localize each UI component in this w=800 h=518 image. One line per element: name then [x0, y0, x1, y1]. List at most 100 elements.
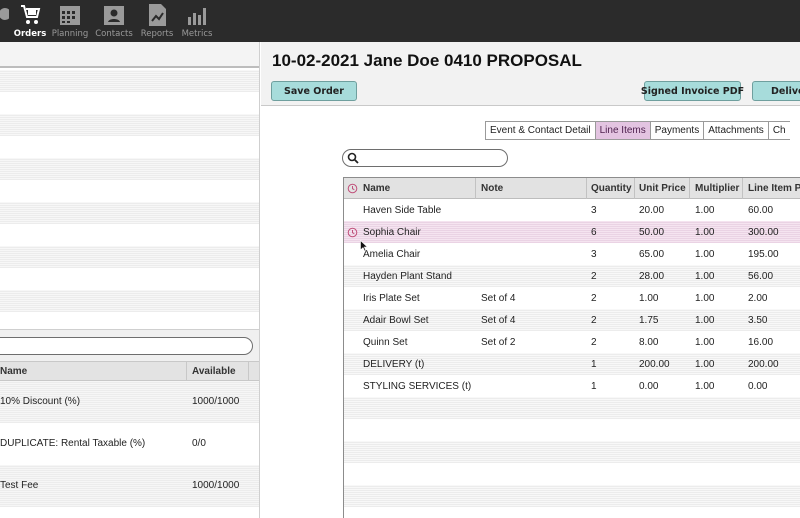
- empty-row: [344, 419, 800, 441]
- column-header-note[interactable]: Note: [481, 183, 503, 194]
- column-header-name[interactable]: Name: [0, 366, 27, 377]
- empty-row: [344, 397, 800, 419]
- cell-note: Set of 2: [481, 337, 516, 348]
- list-item[interactable]: [0, 114, 259, 136]
- column-header-available[interactable]: Available: [192, 366, 236, 377]
- cell-line-item-price: 56.00: [748, 271, 774, 282]
- cell-multiplier: 1.00: [695, 293, 715, 304]
- left-table-header: Name Available: [0, 361, 259, 382]
- column-header-unit-price[interactable]: Unit Price: [639, 183, 686, 194]
- cell-name: Quinn Set: [363, 337, 408, 348]
- cell-quantity: 3: [591, 205, 597, 216]
- table-row[interactable]: DUPLICATE: Rental Taxable (%) 0/0: [0, 423, 259, 465]
- tab-event-contact-detail[interactable]: Event & Contact Detail: [485, 121, 595, 140]
- cell-name: Sophia Chair: [363, 227, 421, 238]
- list-item[interactable]: [0, 70, 259, 92]
- cell-multiplier: 1.00: [695, 315, 715, 326]
- cell-unit-price: 0.00: [639, 381, 659, 392]
- table-row[interactable]: Hayden Plant Stand 2 28.00 1.00 56.00: [344, 265, 800, 287]
- table-row[interactable]: Amelia Chair 3 65.00 1.00 195.00: [344, 243, 800, 265]
- list-item[interactable]: [0, 268, 259, 290]
- cell-quantity: 6: [591, 227, 597, 238]
- list-item[interactable]: [0, 312, 259, 329]
- cell-multiplier: 1.00: [695, 337, 715, 348]
- table-row[interactable]: Adair Bowl Set Set of 4 2 1.75 1.00 3.50: [344, 309, 800, 331]
- tab-payments[interactable]: Payments: [649, 121, 704, 140]
- cell-note: Set of 4: [481, 315, 516, 326]
- column-header-quantity[interactable]: Quantity: [591, 183, 632, 194]
- cell-quantity: 2: [591, 293, 597, 304]
- table-row[interactable]: Quinn Set Set of 2 2 8.00 1.00 16.00: [344, 331, 800, 353]
- nav-item-planning[interactable]: Planning: [49, 0, 91, 42]
- cell-multiplier: 1.00: [695, 227, 715, 238]
- row-available: 1000/1000: [192, 480, 240, 491]
- nav-item-metrics[interactable]: Metrics: [176, 0, 218, 42]
- empty-row: [344, 507, 800, 518]
- cell-line-item-price: 3.50: [748, 315, 768, 326]
- table-row[interactable]: STYLING SERVICES (t) 1 0.00 1.00 0.00: [344, 375, 800, 397]
- empty-row: [344, 463, 800, 485]
- row-name: 10% Discount (%): [0, 396, 81, 407]
- column-header-multiplier[interactable]: Multiplier: [695, 183, 739, 194]
- save-order-button[interactable]: Save Order: [271, 81, 357, 101]
- list-item[interactable]: [0, 224, 259, 246]
- tab-line-items[interactable]: Line Items: [594, 121, 650, 140]
- nav-item-contacts[interactable]: Contacts: [93, 0, 135, 42]
- table-row[interactable]: Haven Side Table 3 20.00 1.00 60.00: [344, 199, 800, 221]
- line-items-search[interactable]: [342, 149, 508, 167]
- cell-multiplier: 1.00: [695, 271, 715, 282]
- nav-item-orders[interactable]: Orders: [9, 0, 51, 42]
- list-item[interactable]: [0, 202, 259, 224]
- cell-quantity: 3: [591, 249, 597, 260]
- list-item[interactable]: [0, 158, 259, 180]
- signed-invoice-pdf-button[interactable]: Signed Invoice PDF: [641, 81, 744, 101]
- table-row[interactable]: DELIVERY (t) 1 200.00 1.00 200.00: [344, 353, 800, 375]
- table-row[interactable]: Sophia Chair 6 50.00 1.00 300.00: [344, 221, 800, 243]
- cell-unit-price: 28.00: [639, 271, 665, 282]
- list-item[interactable]: [0, 92, 259, 114]
- cell-quantity: 2: [591, 271, 597, 282]
- cell-unit-price: 65.00: [639, 249, 665, 260]
- list-item[interactable]: [0, 290, 259, 312]
- deliver-button[interactable]: Deliver: [752, 81, 800, 101]
- table-row[interactable]: Iris Plate Set Set of 4 2 1.00 1.00 2.00: [344, 287, 800, 309]
- clock-icon: [347, 227, 358, 238]
- cell-note: Set of 4: [481, 293, 516, 304]
- contact-card-icon: [104, 6, 124, 25]
- column-header-line-item-price[interactable]: Line Item Pr: [748, 183, 800, 194]
- row-name: Test Fee: [0, 480, 39, 491]
- calendar-icon: [60, 6, 80, 25]
- mouse-cursor-icon: [360, 240, 368, 252]
- cell-unit-price: 1.00: [639, 293, 659, 304]
- row-available: 1000/1000: [192, 396, 240, 407]
- cell-name: Haven Side Table: [363, 205, 442, 216]
- list-item[interactable]: [0, 136, 259, 158]
- cell-unit-price: 50.00: [639, 227, 665, 238]
- cell-name: Iris Plate Set: [363, 293, 420, 304]
- left-search-input[interactable]: [0, 337, 253, 355]
- report-chart-icon: [149, 4, 166, 26]
- table-row[interactable]: 10% Discount (%) 1000/1000: [0, 381, 259, 423]
- clock-icon: [347, 183, 358, 194]
- nav-item-reports[interactable]: Reports: [136, 0, 178, 42]
- empty-row: [344, 441, 800, 463]
- cell-multiplier: 1.00: [695, 381, 715, 392]
- row-name: DUPLICATE: Rental Taxable (%): [0, 438, 146, 449]
- cell-name: Adair Bowl Set: [363, 315, 429, 326]
- cart-icon: [21, 5, 41, 24]
- cell-quantity: 2: [591, 315, 597, 326]
- column-header-name[interactable]: Name: [363, 183, 390, 194]
- cell-unit-price: 20.00: [639, 205, 665, 216]
- cell-line-item-price: 0.00: [748, 381, 768, 392]
- line-items-header: Name Note Quantity Unit Price Multiplier…: [344, 178, 800, 199]
- partial-icon: [0, 8, 9, 20]
- tab-ch[interactable]: Ch: [767, 121, 790, 140]
- list-item[interactable]: [0, 246, 259, 268]
- cell-quantity: 2: [591, 337, 597, 348]
- cell-multiplier: 1.00: [695, 205, 715, 216]
- cell-quantity: 1: [591, 381, 597, 392]
- tab-attachments[interactable]: Attachments: [703, 121, 768, 140]
- search-icon: [347, 152, 359, 164]
- list-item[interactable]: [0, 180, 259, 202]
- table-row[interactable]: Test Fee 1000/1000: [0, 465, 259, 507]
